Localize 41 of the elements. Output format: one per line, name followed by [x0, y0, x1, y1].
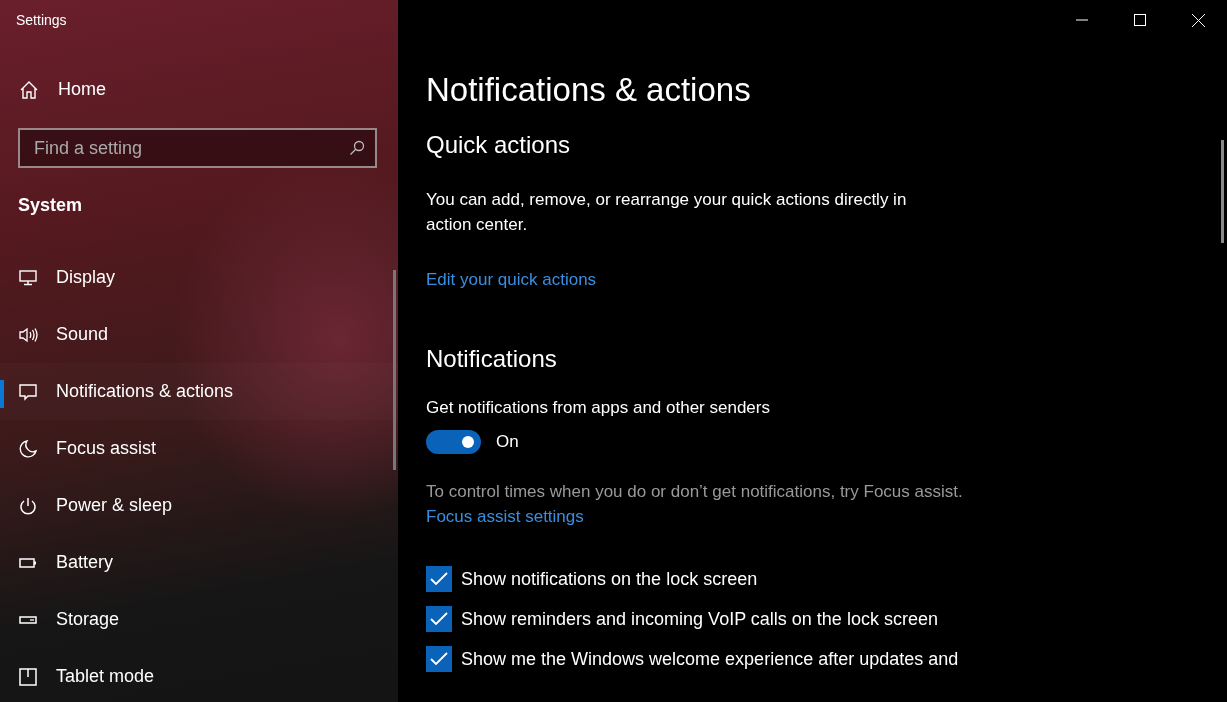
toggle-label: Get notifications from apps and other senders	[426, 398, 770, 418]
power-icon	[18, 495, 38, 516]
search-field[interactable]: Find a setting	[18, 128, 377, 168]
checkbox[interactable]	[426, 566, 452, 592]
nav-item[interactable]: Battery	[0, 534, 398, 591]
edit-quick-actions-link[interactable]: Edit your quick actions	[426, 267, 597, 292]
close-icon	[1191, 13, 1205, 27]
nav-item[interactable]: Storage	[0, 591, 398, 648]
minimize-icon	[1076, 19, 1088, 21]
home-icon	[19, 79, 39, 100]
nav-item[interactable]: Power & sleep	[0, 477, 398, 534]
checkbox-label: Show reminders and incoming VoIP calls on the lock screen	[461, 608, 938, 630]
window-title: Settings	[16, 12, 67, 28]
notifications-icon	[18, 381, 38, 402]
section-heading: Notifications	[426, 344, 558, 374]
focus-assist-link[interactable]: Focus assist settings	[426, 504, 584, 529]
checkbox-label: Show notifications on the lock screen	[461, 568, 758, 590]
scrollbar[interactable]	[393, 270, 396, 470]
nav-item[interactable]: Focus assist	[0, 420, 398, 477]
home-link[interactable]: Home	[19, 79, 106, 100]
checkbox-label: Show me the Windows welcome experience after updates and	[461, 648, 959, 670]
checkmark-icon	[430, 572, 448, 586]
hint-text: To control times when you do or don’t get notifications, try Focus assist.	[426, 481, 964, 503]
description-text: You can add, remove, or rearrange your quick actions directly in action center.	[426, 189, 908, 236]
maximize-icon	[1134, 14, 1146, 26]
nav-item[interactable]: Notifications & actions	[0, 363, 398, 420]
toggle-switch[interactable]	[426, 430, 481, 454]
page-title: Notifications & actions	[426, 70, 752, 110]
toggle-state-text: On	[496, 432, 519, 452]
nav-item[interactable]: Display	[0, 249, 398, 306]
search-icon	[349, 140, 365, 156]
checkbox[interactable]	[426, 646, 452, 672]
section-heading: System	[18, 195, 83, 216]
section-heading: Quick actions	[426, 130, 572, 160]
scrollbar[interactable]	[1221, 140, 1224, 243]
display-icon	[18, 267, 38, 288]
checkmark-icon	[430, 612, 448, 626]
checkbox[interactable]	[426, 606, 452, 632]
checkmark-icon	[430, 652, 448, 666]
nav-item[interactable]: Sound	[0, 306, 398, 363]
nav-item[interactable]: Tablet mode	[0, 648, 398, 702]
